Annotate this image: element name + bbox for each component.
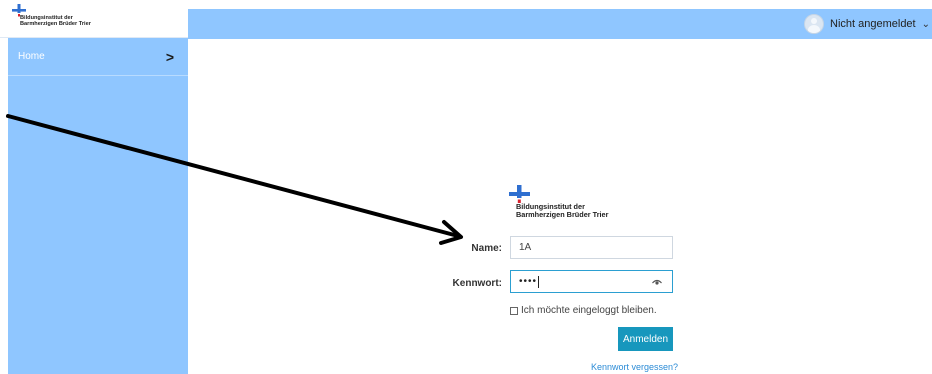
login-button[interactable]: Anmelden [618,327,673,351]
checkbox-box[interactable] [510,306,518,315]
name-input-value: 1A [519,242,532,253]
user-menu[interactable]: Nicht angemeldet ⌄ [804,11,930,37]
sidebar: Home > [8,38,188,374]
login-logo-line2: Barmherzigen Brüder Trier [516,210,609,219]
password-input-value: •••• [519,276,538,287]
chevron-down-icon: ⌄ [921,18,930,30]
avatar-icon [804,14,824,34]
name-input[interactable]: 1A [510,236,673,259]
user-status-label: Nicht angemeldet [830,18,916,30]
name-label: Name: [471,243,502,254]
login-logo-text: Bildungsinstitut der Barmherzigen Brüder… [516,203,608,219]
remember-me-label: Ich möchte eingeloggt bleiben. [521,305,657,316]
eye-icon[interactable] [652,277,662,287]
forgot-password-link[interactable]: Kennwort vergessen? [591,362,678,372]
password-input[interactable]: •••• [510,270,673,293]
text-caret [538,275,540,288]
brand-logo[interactable]: Bildungsinstitut der Barmherzigen Brüder… [0,0,188,38]
sidebar-item-home[interactable]: Home > [8,38,188,76]
sidebar-item-label: Home [18,51,45,62]
brand-logo-line2: Barmherzigen Brüder Trier [20,20,91,27]
remember-me-checkbox[interactable]: Ich möchte eingeloggt bleiben. [510,305,657,316]
password-label: Kennwort: [452,278,502,289]
chevron-right-icon: > [165,48,174,65]
top-bar: Nicht angemeldet ⌄ [188,9,932,39]
brand-logo-text: Bildungsinstitut der Barmherzigen Brüder… [20,15,91,28]
